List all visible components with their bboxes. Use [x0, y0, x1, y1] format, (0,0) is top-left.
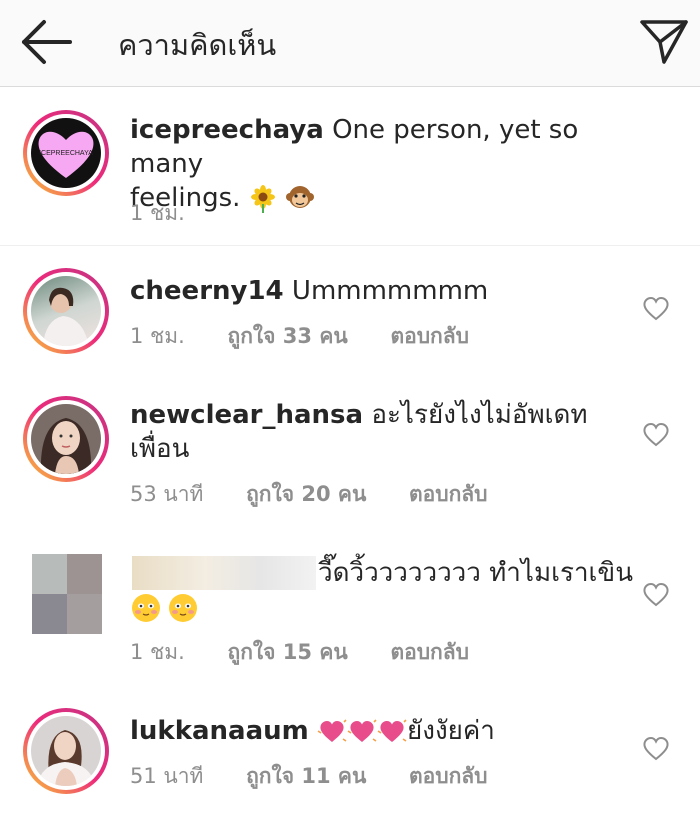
caption-text: icepreechaya One person, yet so many fee… — [130, 113, 630, 215]
comment-username[interactable]: newclear_hansa — [130, 400, 363, 430]
comment-likes[interactable]: ถูกใจ 20 คน — [246, 482, 366, 506]
comment-meta: 51 นาที ถูกใจ 11 คน ตอบกลับ — [130, 760, 488, 793]
avatar[interactable] — [23, 268, 109, 354]
blush-emoji-icon — [132, 594, 160, 622]
comment-time: 1 ชม. — [130, 324, 185, 348]
heart-logo-icon: ICEPREECHAYA — [38, 131, 94, 178]
like-button[interactable] — [642, 736, 670, 762]
comment-likes[interactable]: ถูกใจ 11 คน — [246, 764, 366, 788]
comment-username[interactable]: cheerny14 — [130, 276, 284, 306]
page-title: ความคิดเห็น — [118, 28, 277, 62]
caption: ICEPREECHAYA icepreechaya One person, ye… — [0, 87, 700, 246]
comment-text: newclear_hansa อะไรยังไงไม่อัพเดท เพื่อน — [130, 398, 630, 466]
comment-likes[interactable]: ถูกใจ 15 คน — [228, 640, 348, 664]
like-button[interactable] — [642, 582, 670, 608]
comment-row: วี๊ดวิ้วววววววว ทำไมเราเขิน 1 ชม. ถูกใจ … — [0, 530, 700, 690]
like-button[interactable] — [642, 422, 670, 448]
avatar[interactable]: ICEPREECHAYA — [23, 110, 109, 196]
comment-row: lukkanaaum ยังงัยค่า 51 นาที ถูกใจ 11 คน… — [0, 690, 700, 816]
heart-outline-icon — [643, 422, 669, 447]
reply-button[interactable]: ตอบกลับ — [409, 764, 488, 788]
username-pixelated[interactable] — [132, 556, 316, 590]
comment-time: 51 นาที — [130, 764, 204, 788]
comment-meta: 1 ชม. ถูกใจ 15 คน ตอบกลับ — [130, 636, 469, 669]
avatar[interactable] — [23, 708, 109, 794]
back-button[interactable] — [18, 18, 74, 66]
profile-photo — [43, 287, 89, 346]
caption-username[interactable]: icepreechaya — [130, 115, 324, 145]
comment-time: 53 นาที — [130, 482, 204, 506]
avatar-pixelated[interactable] — [32, 554, 102, 634]
comment-text: lukkanaaum ยังงัยค่า — [130, 714, 630, 748]
comment-row: newclear_hansa อะไรยังไงไม่อัพเดท เพื่อน… — [0, 370, 700, 530]
comment-username[interactable]: lukkanaaum — [130, 716, 309, 746]
caption-time: 1 ชม. — [130, 201, 185, 225]
profile-photo — [37, 730, 95, 786]
emoji-row — [130, 592, 199, 628]
avatar-logo-text: ICEPREECHAYA — [39, 150, 93, 157]
blush-emoji-icon — [169, 594, 198, 622]
sparkling-heart-emoji-icon — [377, 718, 407, 742]
comment-body: วี๊ดวิ้วววววววว ทำไมเราเขิน — [318, 558, 633, 588]
paper-plane-icon — [640, 20, 688, 64]
comment-body: Ummmmmmm — [291, 276, 489, 306]
comment-row: cheerny14 Ummmmmmm 1 ชม. ถูกใจ 33 คน ตอบ… — [0, 246, 700, 370]
heart-outline-icon — [643, 296, 669, 321]
top-bar: ความคิดเห็น — [0, 0, 700, 87]
comment-text: cheerny14 Ummmmmmm — [130, 274, 630, 308]
like-button[interactable] — [642, 296, 670, 322]
comment-body-2: เพื่อน — [130, 434, 190, 464]
reply-button[interactable]: ตอบกลับ — [390, 640, 469, 664]
monkey-emoji-icon — [285, 185, 314, 208]
reply-button[interactable]: ตอบกลับ — [390, 324, 469, 348]
sparkling-heart-emoji-icon — [347, 718, 377, 742]
share-button[interactable] — [636, 14, 690, 68]
comment-body: อะไรยังไงไม่อัพเดท — [371, 400, 588, 430]
comment-time: 1 ชม. — [130, 640, 185, 664]
profile-photo — [40, 418, 92, 474]
avatar[interactable] — [23, 396, 109, 482]
comment-meta: 53 นาที ถูกใจ 20 คน ตอบกลับ — [130, 478, 488, 511]
comment-text: วี๊ดวิ้วววววววว ทำไมเราเขิน — [318, 556, 638, 590]
arrow-left-icon — [22, 20, 72, 64]
sunflower-emoji-icon — [250, 184, 275, 213]
heart-outline-icon — [643, 736, 669, 761]
comment-body: ยังงัยค่า — [407, 716, 495, 746]
comment-meta: 1 ชม. ถูกใจ 33 คน ตอบกลับ — [130, 320, 469, 353]
sparkling-heart-emoji-icon — [317, 718, 347, 742]
heart-outline-icon — [643, 582, 669, 607]
reply-button[interactable]: ตอบกลับ — [409, 482, 488, 506]
comment-likes[interactable]: ถูกใจ 33 คน — [228, 324, 348, 348]
